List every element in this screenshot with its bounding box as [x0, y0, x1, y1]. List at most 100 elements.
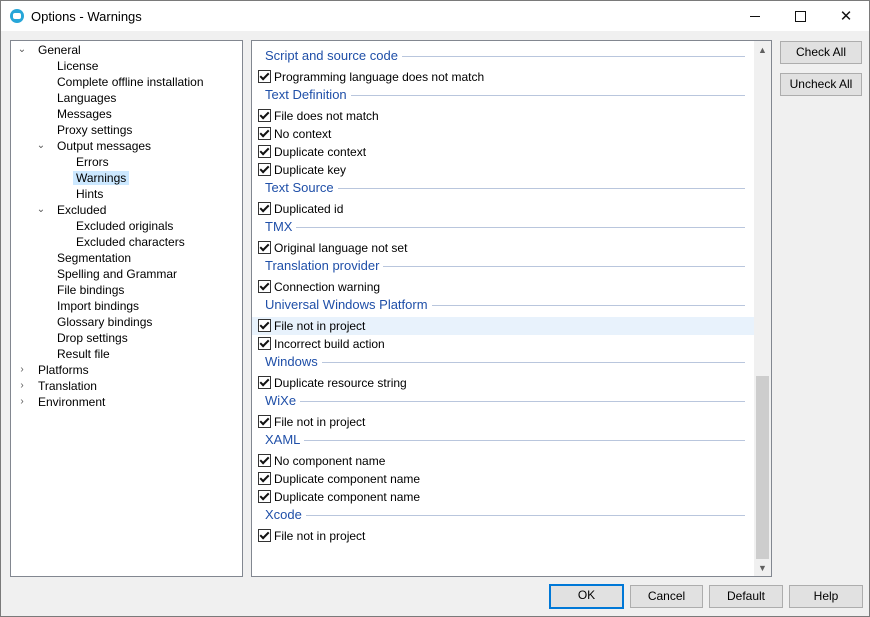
- minimize-button[interactable]: [732, 1, 778, 31]
- warning-option[interactable]: File not in project: [252, 527, 754, 545]
- tree-item[interactable]: File bindings: [54, 282, 127, 298]
- default-button[interactable]: Default: [709, 585, 783, 608]
- checkbox[interactable]: [258, 415, 271, 428]
- option-label: File does not match: [274, 109, 379, 123]
- checkbox[interactable]: [258, 109, 271, 122]
- group-header: TMX: [265, 218, 745, 236]
- group-divider: [265, 515, 745, 516]
- ok-button[interactable]: OK: [549, 584, 624, 609]
- tree-item-label: Spelling and Grammar: [57, 267, 178, 281]
- tree-item-label: General: [38, 43, 81, 57]
- uncheck-all-button[interactable]: Uncheck All: [780, 73, 862, 96]
- checkbox[interactable]: [258, 145, 271, 158]
- group-divider: [265, 401, 745, 402]
- scroll-up-button[interactable]: ▲: [754, 41, 771, 58]
- option-label: Programming language does not match: [274, 70, 485, 84]
- options-tree[interactable]: ⌄ General License Complete offline installa…: [10, 40, 243, 577]
- checkbox[interactable]: [258, 127, 271, 140]
- warning-option[interactable]: Connection warning: [252, 278, 754, 296]
- warning-option[interactable]: No component name: [252, 452, 754, 470]
- warning-option[interactable]: File not in project: [252, 317, 754, 335]
- tree-item[interactable]: Glossary bindings: [54, 314, 155, 330]
- tree-item[interactable]: Excluded characters: [73, 234, 188, 250]
- tree-item-label: Translation: [38, 379, 97, 393]
- scroll-down-button[interactable]: ▼: [754, 559, 771, 576]
- checkbox[interactable]: [258, 472, 271, 485]
- check-all-button[interactable]: Check All: [780, 41, 862, 64]
- close-button[interactable]: ✕: [823, 1, 869, 31]
- tree-item[interactable]: Proxy settings: [54, 122, 135, 138]
- chevron-right-icon[interactable]: ›: [16, 362, 28, 378]
- group-header: WiXe: [265, 392, 745, 410]
- tree-item-label: Proxy settings: [57, 123, 133, 137]
- checkbox[interactable]: [258, 529, 271, 542]
- tree-item[interactable]: › Platforms: [20, 362, 92, 378]
- tree-item[interactable]: Drop settings: [54, 330, 131, 346]
- chevron-down-icon[interactable]: ⌄: [35, 138, 47, 154]
- tree-item[interactable]: License: [54, 58, 101, 74]
- warning-option[interactable]: Duplicate key: [252, 161, 754, 179]
- tree-item-label: Excluded characters: [76, 235, 185, 249]
- tree-item[interactable]: ⌄ Excluded: [37, 202, 109, 218]
- warnings-list[interactable]: Script and source code Programming langua…: [251, 40, 772, 577]
- group-title: Translation provider: [265, 257, 384, 275]
- tree-item[interactable]: Warnings: [73, 170, 130, 186]
- maximize-button[interactable]: [777, 1, 823, 31]
- checkbox[interactable]: [258, 337, 271, 350]
- tree-item[interactable]: Import bindings: [54, 298, 142, 314]
- checkbox[interactable]: [258, 490, 271, 503]
- tree-item[interactable]: Result file: [54, 346, 113, 362]
- warning-option[interactable]: Duplicate context: [252, 143, 754, 161]
- tree-item[interactable]: Errors: [73, 154, 112, 170]
- vertical-scrollbar[interactable]: ▲ ▼: [754, 41, 771, 576]
- tree-item-label: Drop settings: [57, 331, 128, 345]
- help-button[interactable]: Help: [789, 585, 863, 608]
- tree-item-label: Excluded: [57, 203, 107, 217]
- tree-item[interactable]: › Translation: [20, 378, 100, 394]
- tree-item[interactable]: Segmentation: [54, 250, 134, 266]
- warning-option[interactable]: Programming language does not match: [252, 68, 754, 86]
- checkbox[interactable]: [258, 280, 271, 293]
- tree-item-label: File bindings: [57, 283, 125, 297]
- options-window: Options - Warnings ✕ ⌄ General License Comp…: [0, 0, 870, 617]
- tree-item[interactable]: › Environment: [20, 394, 108, 410]
- warning-option[interactable]: Incorrect build action: [252, 335, 754, 353]
- warning-option[interactable]: Duplicate component name: [252, 488, 754, 506]
- checkbox[interactable]: [258, 319, 271, 332]
- scroll-thumb[interactable]: [756, 376, 769, 559]
- group-header: Translation provider: [265, 257, 745, 275]
- group-header: Script and source code: [265, 47, 745, 65]
- tree-item[interactable]: Hints: [73, 186, 106, 202]
- warning-option[interactable]: Duplicated id: [252, 200, 754, 218]
- checkbox[interactable]: [258, 202, 271, 215]
- checkbox[interactable]: [258, 454, 271, 467]
- chevron-down-icon[interactable]: ⌄: [16, 42, 28, 58]
- chevron-right-icon[interactable]: ›: [16, 378, 28, 394]
- tree-item[interactable]: Messages: [54, 106, 115, 122]
- tree-item[interactable]: Complete offline installation: [54, 74, 207, 90]
- chevron-right-icon[interactable]: ›: [16, 394, 28, 410]
- warning-option[interactable]: File does not match: [252, 107, 754, 125]
- checkbox[interactable]: [258, 376, 271, 389]
- checkbox[interactable]: [258, 70, 271, 83]
- warning-option[interactable]: File not in project: [252, 413, 754, 431]
- warning-option[interactable]: Duplicate component name: [252, 470, 754, 488]
- tree-item[interactable]: ⌄ General: [18, 42, 84, 58]
- checkbox[interactable]: [258, 241, 271, 254]
- tree-item[interactable]: Excluded originals: [73, 218, 176, 234]
- warning-option[interactable]: Original language not set: [252, 239, 754, 257]
- tree-item-label: Result file: [57, 347, 110, 361]
- tree-item[interactable]: Spelling and Grammar: [54, 266, 180, 282]
- chevron-down-icon[interactable]: ⌄: [35, 202, 47, 218]
- tree-item-label: Environment: [38, 395, 106, 409]
- checkbox[interactable]: [258, 163, 271, 176]
- cancel-button[interactable]: Cancel: [630, 585, 703, 608]
- group-divider: [265, 227, 745, 228]
- warning-option[interactable]: No context: [252, 125, 754, 143]
- option-label: Duplicate component name: [274, 490, 421, 504]
- tree-item[interactable]: ⌄ Output messages: [37, 138, 154, 154]
- tree-item[interactable]: Languages: [54, 90, 119, 106]
- warning-option[interactable]: Duplicate resource string: [252, 374, 754, 392]
- tree-item-label: Languages: [57, 91, 117, 105]
- tree-item-label: Glossary bindings: [57, 315, 153, 329]
